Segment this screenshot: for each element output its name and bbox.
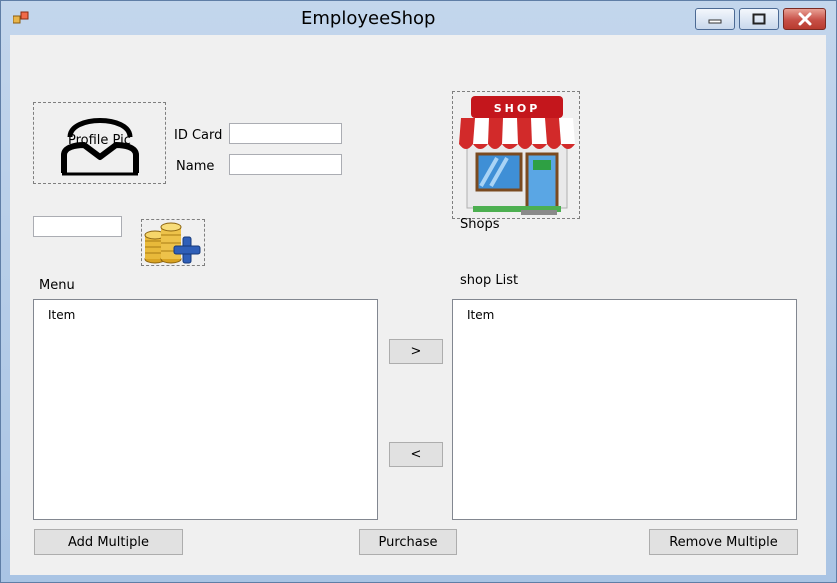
close-button[interactable] [783, 8, 826, 30]
move-left-button[interactable]: < [389, 442, 443, 467]
coins-plus-icon [144, 222, 201, 264]
shop-storefront-icon: SHOP [459, 96, 575, 215]
purchase-button[interactable]: Purchase [359, 529, 457, 555]
minimize-icon [708, 19, 722, 24]
add-coins-button[interactable] [141, 219, 205, 266]
shop-list-label: shop List [460, 273, 519, 288]
client-area: Profile Pic ID Card Name SHOP Shops Menu… [10, 35, 826, 575]
maximize-icon [752, 13, 766, 25]
name-input[interactable] [229, 154, 342, 175]
menu-listbox[interactable]: Item [33, 299, 378, 520]
profile-picture-label: Profile Pic [68, 133, 131, 148]
shop-picture[interactable]: SHOP [452, 91, 580, 219]
name-label: Name [176, 159, 215, 174]
move-right-button[interactable]: > [389, 339, 443, 364]
app-window: EmployeeShop Profile Pic ID Card Name SH… [0, 0, 837, 583]
minimize-button[interactable] [695, 8, 735, 30]
shops-label: Shops [460, 217, 500, 232]
id-card-label: ID Card [174, 128, 223, 143]
close-icon [798, 12, 811, 26]
shop-listbox[interactable]: Item [452, 299, 797, 520]
shop-list-item[interactable]: Item [467, 308, 494, 322]
menu-label: Menu [39, 278, 75, 293]
window-title: EmployeeShop [301, 8, 436, 29]
id-card-input[interactable] [229, 123, 342, 144]
add-multiple-button[interactable]: Add Multiple [34, 529, 183, 555]
menu-list-item[interactable]: Item [48, 308, 75, 322]
remove-multiple-button[interactable]: Remove Multiple [649, 529, 798, 555]
coin-amount-input[interactable] [33, 216, 122, 237]
shop-sign-text: SHOP [494, 102, 541, 115]
maximize-button[interactable] [739, 8, 779, 30]
profile-picture[interactable]: Profile Pic [33, 102, 166, 184]
app-icon [13, 11, 29, 24]
